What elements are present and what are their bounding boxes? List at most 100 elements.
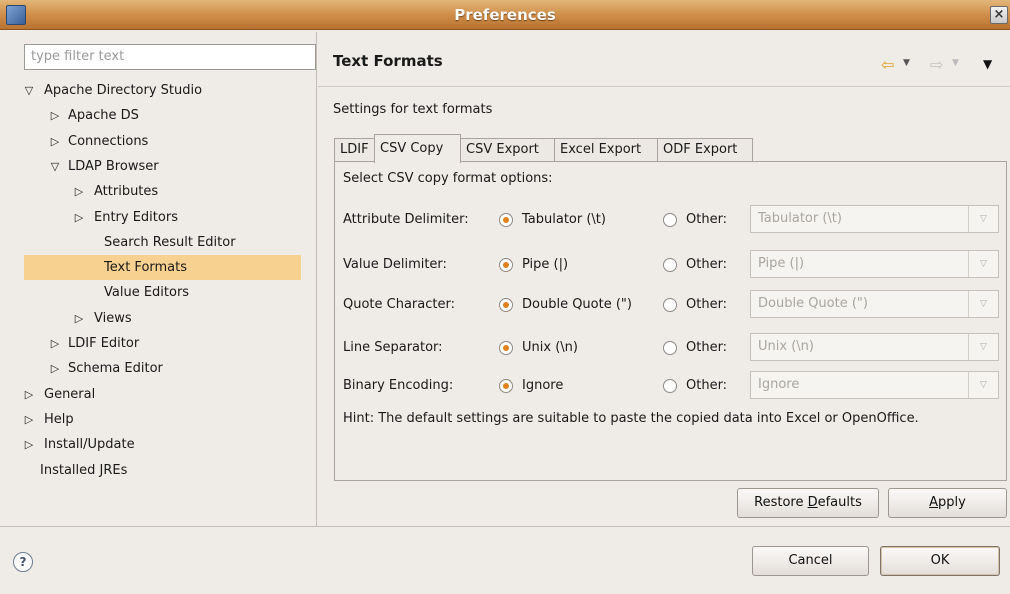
triangle-down-icon[interactable]: ▽ bbox=[48, 154, 62, 179]
tree-item[interactable]: Installed JREs bbox=[14, 458, 314, 483]
chevron-down-icon[interactable]: ▽ bbox=[968, 372, 998, 398]
tree-item[interactable]: Value Editors bbox=[14, 280, 314, 305]
tree-item[interactable]: ▷ Entry Editors bbox=[14, 205, 314, 230]
restore-label-end: efaults bbox=[817, 495, 862, 510]
value-delimiter-combo[interactable]: Pipe (|) ▽ bbox=[750, 250, 999, 278]
help-icon[interactable]: ? bbox=[13, 552, 33, 572]
triangle-right-icon[interactable]: ▷ bbox=[22, 382, 36, 407]
tree-item-label: Installed JREs bbox=[40, 463, 128, 478]
triangle-right-icon[interactable]: ▷ bbox=[72, 179, 86, 204]
attribute-delimiter-default-label: Tabulator (\t) bbox=[522, 212, 606, 227]
line-separator-other-label: Other: bbox=[686, 340, 728, 355]
quote-character-default-label: Double Quote (") bbox=[522, 297, 632, 312]
tree-item[interactable]: ▷ Connections bbox=[14, 129, 314, 154]
tree-item[interactable]: ▷ LDIF Editor bbox=[14, 331, 314, 356]
tree-item-label: Attributes bbox=[94, 184, 159, 199]
attribute-delimiter-label: Attribute Delimiter: bbox=[343, 212, 469, 227]
line-separator-combo-value: Unix (\n) bbox=[758, 339, 814, 354]
tree-item-label: LDAP Browser bbox=[68, 159, 159, 174]
tree-item[interactable]: Text Formats bbox=[24, 255, 301, 280]
tree-item-label: Search Result Editor bbox=[104, 235, 236, 250]
tree-item[interactable]: Search Result Editor bbox=[14, 230, 314, 255]
value-delimiter-combo-value: Pipe (|) bbox=[758, 256, 805, 271]
tree-item[interactable]: ▷ Views bbox=[14, 306, 314, 331]
attribute-delimiter-other-radio[interactable] bbox=[663, 213, 677, 227]
pane-divider[interactable] bbox=[316, 32, 317, 526]
tree-item-label: Value Editors bbox=[104, 285, 190, 300]
value-delimiter-other-radio[interactable] bbox=[663, 258, 677, 272]
line-separator-label: Line Separator: bbox=[343, 340, 443, 355]
arrow-right-icon[interactable]: ⇨ bbox=[930, 55, 943, 74]
triangle-down-icon[interactable]: ▼ bbox=[983, 57, 992, 71]
tree-item-label: Entry Editors bbox=[94, 210, 178, 225]
triangle-right-icon[interactable]: ▷ bbox=[22, 407, 36, 432]
cancel-button[interactable]: Cancel bbox=[752, 546, 869, 576]
binary-encoding-label: Binary Encoding: bbox=[343, 378, 454, 393]
tree-item[interactable]: ▷ General bbox=[14, 382, 314, 407]
triangle-right-icon[interactable]: ▷ bbox=[48, 356, 62, 381]
tree-item-label: LDIF Editor bbox=[68, 336, 140, 351]
chevron-down-icon[interactable]: ▽ bbox=[968, 251, 998, 277]
tab-odf-export[interactable]: ODF Export bbox=[657, 138, 753, 162]
tab-excel-export[interactable]: Excel Export bbox=[554, 138, 658, 162]
tree-item-label: Views bbox=[94, 311, 132, 326]
close-icon[interactable]: × bbox=[990, 6, 1008, 24]
ok-button[interactable]: OK bbox=[880, 546, 1000, 576]
chevron-down-icon[interactable]: ▼ bbox=[903, 58, 910, 68]
binary-encoding-other-radio[interactable] bbox=[663, 379, 677, 393]
line-separator-other-radio[interactable] bbox=[663, 341, 677, 355]
line-separator-default-radio[interactable] bbox=[499, 341, 513, 355]
value-delimiter-default-radio[interactable] bbox=[499, 258, 513, 272]
tree-item-label: Schema Editor bbox=[68, 361, 163, 376]
triangle-right-icon[interactable]: ▷ bbox=[48, 331, 62, 356]
tree-item[interactable]: ▷ Attributes bbox=[14, 179, 314, 204]
value-delimiter-default-label: Pipe (|) bbox=[522, 257, 569, 272]
apply-button[interactable]: Apply bbox=[888, 488, 1007, 518]
window-title: Preferences bbox=[454, 6, 556, 24]
chevron-down-icon[interactable]: ▽ bbox=[968, 291, 998, 317]
binary-encoding-default-radio[interactable] bbox=[499, 379, 513, 393]
tree-item[interactable]: ▷ Schema Editor bbox=[14, 356, 314, 381]
csv-copy-panel: Select CSV copy format options: Attribut… bbox=[334, 161, 1007, 481]
tab-ldif[interactable]: LDIF bbox=[334, 138, 375, 162]
tree-item[interactable]: ▷ Install/Update bbox=[14, 432, 314, 457]
restore-label-mnemonic: D bbox=[807, 495, 818, 510]
apply-label-mnemonic: A bbox=[929, 495, 939, 510]
restore-defaults-button[interactable]: Restore Defaults bbox=[737, 488, 879, 518]
quote-character-combo-value: Double Quote (") bbox=[758, 296, 868, 311]
attribute-delimiter-other-label: Other: bbox=[686, 212, 728, 227]
triangle-right-icon[interactable]: ▷ bbox=[22, 432, 36, 457]
triangle-right-icon[interactable]: ▷ bbox=[48, 103, 62, 128]
attribute-delimiter-combo-value: Tabulator (\t) bbox=[758, 211, 842, 226]
tree-item[interactable]: ▽ LDAP Browser bbox=[14, 154, 314, 179]
tree-item-label: Text Formats bbox=[104, 260, 188, 275]
tab-csv-export[interactable]: CSV Export bbox=[460, 138, 555, 162]
panel-heading: Select CSV copy format options: bbox=[343, 171, 553, 186]
tree-item[interactable]: ▽ Apache Directory Studio bbox=[14, 78, 314, 103]
page-title: Text Formats bbox=[333, 52, 443, 70]
tree-item[interactable]: ▷ Help bbox=[14, 407, 314, 432]
quote-character-other-radio[interactable] bbox=[663, 298, 677, 312]
value-delimiter-other-label: Other: bbox=[686, 257, 728, 272]
triangle-right-icon[interactable]: ▷ bbox=[72, 306, 86, 331]
tree-item-label: Apache DS bbox=[68, 108, 139, 123]
arrow-left-icon[interactable]: ⇦ bbox=[881, 55, 894, 74]
chevron-down-icon[interactable]: ▽ bbox=[968, 206, 998, 232]
triangle-right-icon[interactable]: ▷ bbox=[48, 129, 62, 154]
tab-csv-copy[interactable]: CSV Copy bbox=[374, 134, 461, 163]
quote-character-combo[interactable]: Double Quote (") ▽ bbox=[750, 290, 999, 318]
attribute-delimiter-combo[interactable]: Tabulator (\t) ▽ bbox=[750, 205, 999, 233]
binary-encoding-combo-value: Ignore bbox=[758, 377, 800, 392]
triangle-right-icon[interactable]: ▷ bbox=[72, 205, 86, 230]
line-separator-combo[interactable]: Unix (\n) ▽ bbox=[750, 333, 999, 361]
chevron-down-icon[interactable]: ▽ bbox=[968, 334, 998, 360]
filter-input[interactable]: type filter text bbox=[24, 44, 316, 70]
tree-item[interactable]: ▷ Apache DS bbox=[14, 103, 314, 128]
quote-character-default-radio[interactable] bbox=[499, 298, 513, 312]
attribute-delimiter-default-radio[interactable] bbox=[499, 213, 513, 227]
line-separator-default-label: Unix (\n) bbox=[522, 340, 578, 355]
triangle-down-icon[interactable]: ▽ bbox=[22, 78, 36, 103]
chevron-down-icon[interactable]: ▼ bbox=[952, 58, 959, 68]
binary-encoding-combo[interactable]: Ignore ▽ bbox=[750, 371, 999, 399]
apply-label-end: pply bbox=[938, 495, 966, 510]
